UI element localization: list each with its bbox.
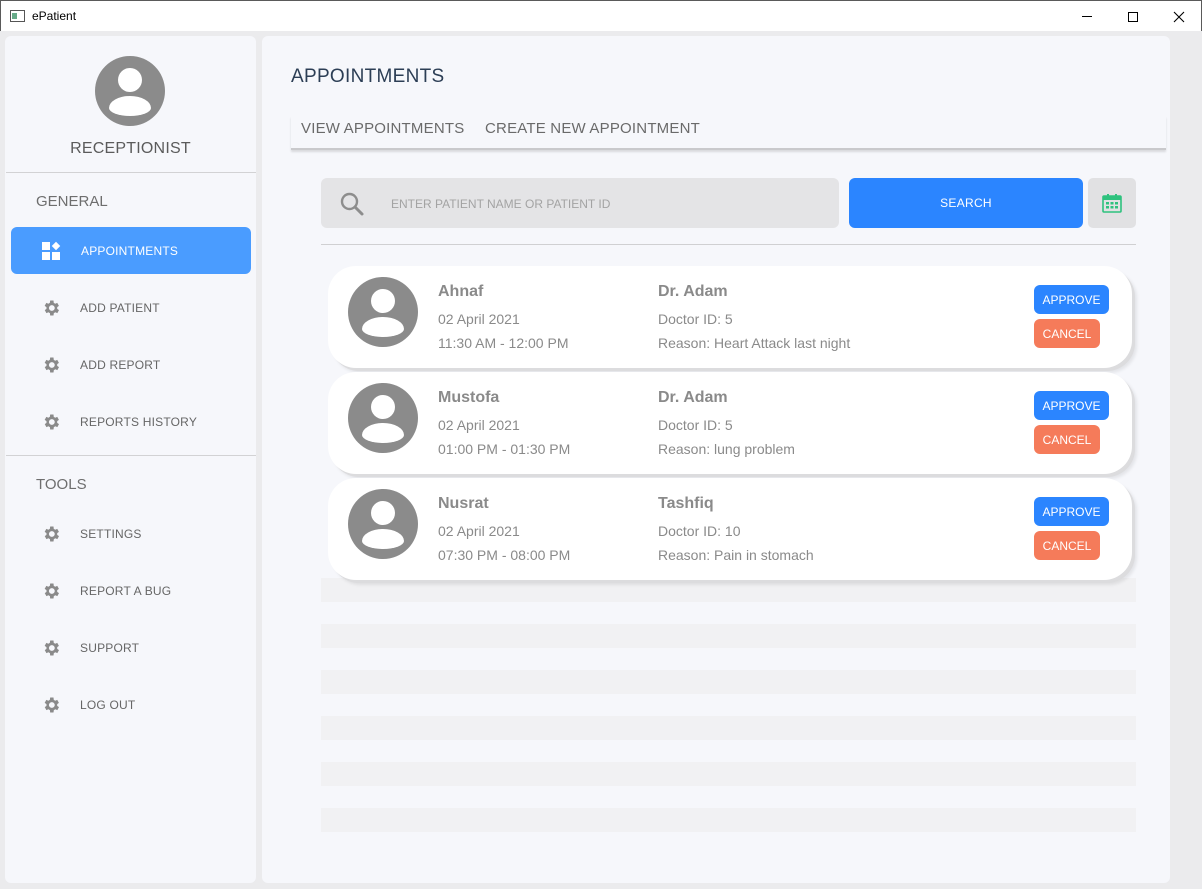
close-button[interactable] xyxy=(1156,1,1202,32)
sidebar: RECEPTIONIST GENERAL APPOINTMENTS ADD PA… xyxy=(5,36,256,883)
close-icon xyxy=(1173,11,1185,22)
gear-icon xyxy=(41,412,61,432)
patient-name: Nusrat xyxy=(438,495,489,512)
search-button[interactable]: SEARCH xyxy=(849,178,1083,228)
appointment-card: Nusrat 02 April 2021 07:30 PM - 08:00 PM… xyxy=(328,478,1132,580)
gear-icon xyxy=(41,695,61,715)
title-bar: ePatient xyxy=(0,0,1202,31)
tab-bar: VIEW APPOINTMENTS CREATE NEW APPOINTMENT xyxy=(291,116,1166,150)
appointment-reason: Reason: lung problem xyxy=(658,441,795,457)
doctor-id: Doctor ID: 5 xyxy=(658,311,733,327)
minimize-icon xyxy=(1082,16,1092,17)
doctor-name: Tashfiq xyxy=(658,495,714,512)
minimize-button[interactable] xyxy=(1064,1,1110,32)
sidebar-item-add-report[interactable]: ADD REPORT xyxy=(11,341,251,388)
approve-button[interactable]: APPROVE xyxy=(1034,391,1109,420)
empty-row xyxy=(321,578,1136,602)
appointment-time: 11:30 AM - 12:00 PM xyxy=(438,335,569,351)
patient-name: Ahnaf xyxy=(438,283,484,300)
sidebar-item-support[interactable]: SUPPORT xyxy=(11,624,251,671)
empty-row xyxy=(321,716,1136,740)
sidebar-item-label: ADD PATIENT xyxy=(80,300,160,315)
window-title: ePatient xyxy=(32,9,77,23)
cancel-button[interactable]: CANCEL xyxy=(1034,319,1100,348)
sidebar-divider xyxy=(6,455,256,456)
sidebar-item-label: SETTINGS xyxy=(80,526,142,541)
gear-icon xyxy=(41,581,61,601)
section-general-label: GENERAL xyxy=(36,193,108,210)
tab-create-new-appointment[interactable]: CREATE NEW APPOINTMENT xyxy=(485,120,700,137)
patient-avatar-icon xyxy=(348,489,418,559)
sidebar-item-label: REPORTS HISTORY xyxy=(80,414,198,429)
tab-view-appointments[interactable]: VIEW APPOINTMENTS xyxy=(301,120,464,137)
appointment-reason: Reason: Heart Attack last night xyxy=(658,335,851,351)
sidebar-item-appointments[interactable]: APPOINTMENTS xyxy=(11,227,251,274)
search-icon xyxy=(340,192,364,216)
patient-avatar-icon xyxy=(348,383,418,453)
approve-button[interactable]: APPROVE xyxy=(1034,285,1109,314)
appointment-date: 02 April 2021 xyxy=(438,523,520,539)
section-tools-label: TOOLS xyxy=(36,476,87,493)
maximize-icon xyxy=(1128,11,1138,22)
appointment-list: Ahnaf 02 April 2021 11:30 AM - 12:00 PM … xyxy=(321,260,1136,836)
user-avatar-icon xyxy=(95,56,165,126)
sidebar-item-settings[interactable]: SETTINGS xyxy=(11,510,251,557)
patient-name: Mustofa xyxy=(438,389,500,406)
sidebar-divider xyxy=(6,172,256,173)
search-divider xyxy=(321,244,1136,245)
gear-icon xyxy=(41,355,61,375)
gear-icon xyxy=(41,298,61,318)
empty-row xyxy=(321,808,1136,832)
appointment-date: 02 April 2021 xyxy=(438,311,520,327)
sidebar-item-label: APPOINTMENTS xyxy=(81,243,179,258)
sidebar-item-add-patient[interactable]: ADD PATIENT xyxy=(11,284,251,331)
empty-row xyxy=(321,670,1136,694)
sidebar-item-label: REPORT A BUG xyxy=(80,583,172,598)
calendar-icon xyxy=(1102,194,1122,213)
app-icon xyxy=(10,10,25,22)
dashboard-icon xyxy=(41,241,61,261)
appointment-time: 01:00 PM - 01:30 PM xyxy=(438,441,571,457)
doctor-name: Dr. Adam xyxy=(658,389,728,406)
gear-icon xyxy=(41,524,61,544)
appointment-time: 07:30 PM - 08:00 PM xyxy=(438,547,571,563)
search-box xyxy=(321,178,839,228)
doctor-name: Dr. Adam xyxy=(658,283,728,300)
cancel-button[interactable]: CANCEL xyxy=(1034,531,1100,560)
empty-row xyxy=(321,624,1136,648)
calendar-button[interactable] xyxy=(1088,178,1136,228)
cancel-button[interactable]: CANCEL xyxy=(1034,425,1100,454)
empty-row xyxy=(321,762,1136,786)
gear-icon xyxy=(41,638,61,658)
main-panel: APPOINTMENTS VIEW APPOINTMENTS CREATE NE… xyxy=(262,36,1170,883)
sidebar-item-report-a-bug[interactable]: REPORT A BUG xyxy=(11,567,251,614)
doctor-id: Doctor ID: 5 xyxy=(658,417,733,433)
page-title: APPOINTMENTS xyxy=(291,66,445,87)
maximize-button[interactable] xyxy=(1110,1,1156,32)
sidebar-item-label: SUPPORT xyxy=(80,640,140,655)
doctor-id: Doctor ID: 10 xyxy=(658,523,741,539)
search-input[interactable] xyxy=(391,194,811,214)
approve-button[interactable]: APPROVE xyxy=(1034,497,1109,526)
sidebar-item-log-out[interactable]: LOG OUT xyxy=(11,681,251,728)
appointment-reason: Reason: Pain in stomach xyxy=(658,547,814,563)
patient-avatar-icon xyxy=(348,277,418,347)
sidebar-item-label: ADD REPORT xyxy=(80,357,161,372)
appointment-card: Mustofa 02 April 2021 01:00 PM - 01:30 P… xyxy=(328,372,1132,474)
appointment-date: 02 April 2021 xyxy=(438,417,520,433)
sidebar-item-label: LOG OUT xyxy=(80,697,136,712)
appointment-card: Ahnaf 02 April 2021 11:30 AM - 12:00 PM … xyxy=(328,266,1132,368)
sidebar-item-reports-history[interactable]: REPORTS HISTORY xyxy=(11,398,251,445)
user-role: RECEPTIONIST xyxy=(70,140,191,157)
